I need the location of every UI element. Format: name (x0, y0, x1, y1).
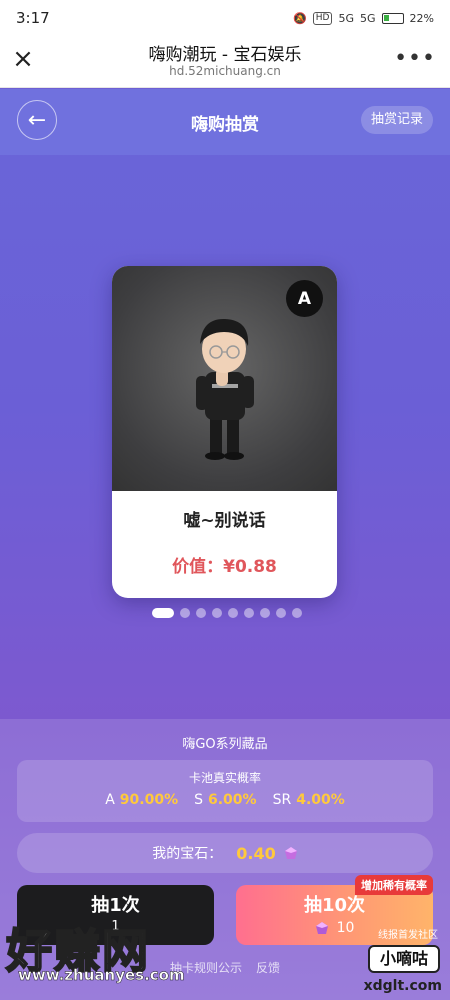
carousel-dot[interactable] (244, 608, 254, 618)
rank-badge: A (286, 280, 323, 317)
status-bar: 3:17 🔕 HD 5G 5G 22% (0, 0, 450, 36)
series-name: 嗨GO系列藏品 (182, 737, 268, 752)
status-time: 3:17 (16, 9, 50, 27)
gem-amount: 0.40 (236, 843, 276, 863)
prize-price: 价值：¥0.88 (172, 557, 277, 577)
draw-record-button[interactable]: 抽赏记录 (360, 106, 433, 134)
feedback-link[interactable]: 反馈 (256, 959, 280, 976)
status-icons: 🔕 HD 5G 5G 22% (293, 11, 434, 25)
probability-box: 卡池真实概率 A 90.00% S 6.00% SR 4.00% (17, 760, 433, 822)
gem-icon (315, 922, 328, 934)
app-area: ← 嗨购抽赏 抽赏记录 A 嘘~别说话 价值：¥0.88 嗨GO系列藏品 卡池真… (0, 89, 450, 1000)
more-icon[interactable]: ••• (394, 48, 436, 70)
signal-icon: 5G (338, 11, 355, 25)
probability-title: 卡池真实概率 (188, 771, 261, 785)
watermark-tagline: 线报首发社区 (378, 930, 438, 941)
carousel-dot[interactable] (276, 608, 286, 618)
carousel-dot[interactable] (196, 608, 206, 618)
draw-ten-cost: 10 (336, 920, 355, 936)
watermark-domain: xdglt.com (363, 978, 442, 994)
carousel-dot[interactable] (152, 608, 174, 618)
browser-header: × 嗨购潮玩 - 宝石娱乐 hd.52michuang.cn ••• (0, 36, 450, 88)
prize-card[interactable]: A 嘘~别说话 价值：¥0.88 (112, 266, 337, 598)
gem-icon (284, 847, 297, 859)
carousel-dot[interactable] (260, 608, 270, 618)
carousel-dot[interactable] (292, 608, 302, 618)
prize-name: 嘘~别说话 (183, 511, 266, 531)
carousel-dot[interactable] (180, 608, 190, 618)
prob-sr: SR 4.00% (272, 792, 345, 808)
gem-balance: 我的宝石： 0.40 (17, 833, 433, 873)
watermark-url: www.zhuanyes.com (18, 966, 185, 985)
gem-label: 我的宝石： (152, 846, 223, 862)
carousel-dot[interactable] (212, 608, 222, 618)
hd-icon: HD (312, 11, 333, 25)
prob-s: S 6.00% (194, 792, 257, 808)
prob-a: A 90.00% (105, 792, 179, 808)
browser-title: 嗨购潮玩 - 宝石娱乐 (148, 45, 302, 65)
draw-once-label: 抽1次 (91, 895, 140, 916)
battery-percent: 22% (409, 11, 434, 25)
app-topbar: ← 嗨购抽赏 抽赏记录 (0, 89, 450, 155)
rare-chance-badge: 增加稀有概率 (355, 875, 433, 895)
mute-icon: 🔕 (293, 11, 307, 25)
watermark-logo-right: 小嘀咕 (368, 945, 440, 973)
browser-url: hd.52michuang.cn (169, 64, 281, 78)
carousel-dot[interactable] (228, 608, 238, 618)
battery-icon (381, 12, 404, 24)
signal-icon-2: 5G (360, 11, 376, 25)
carousel-pager[interactable] (152, 608, 302, 618)
probability-row: A 90.00% S 6.00% SR 4.00% (17, 792, 433, 808)
